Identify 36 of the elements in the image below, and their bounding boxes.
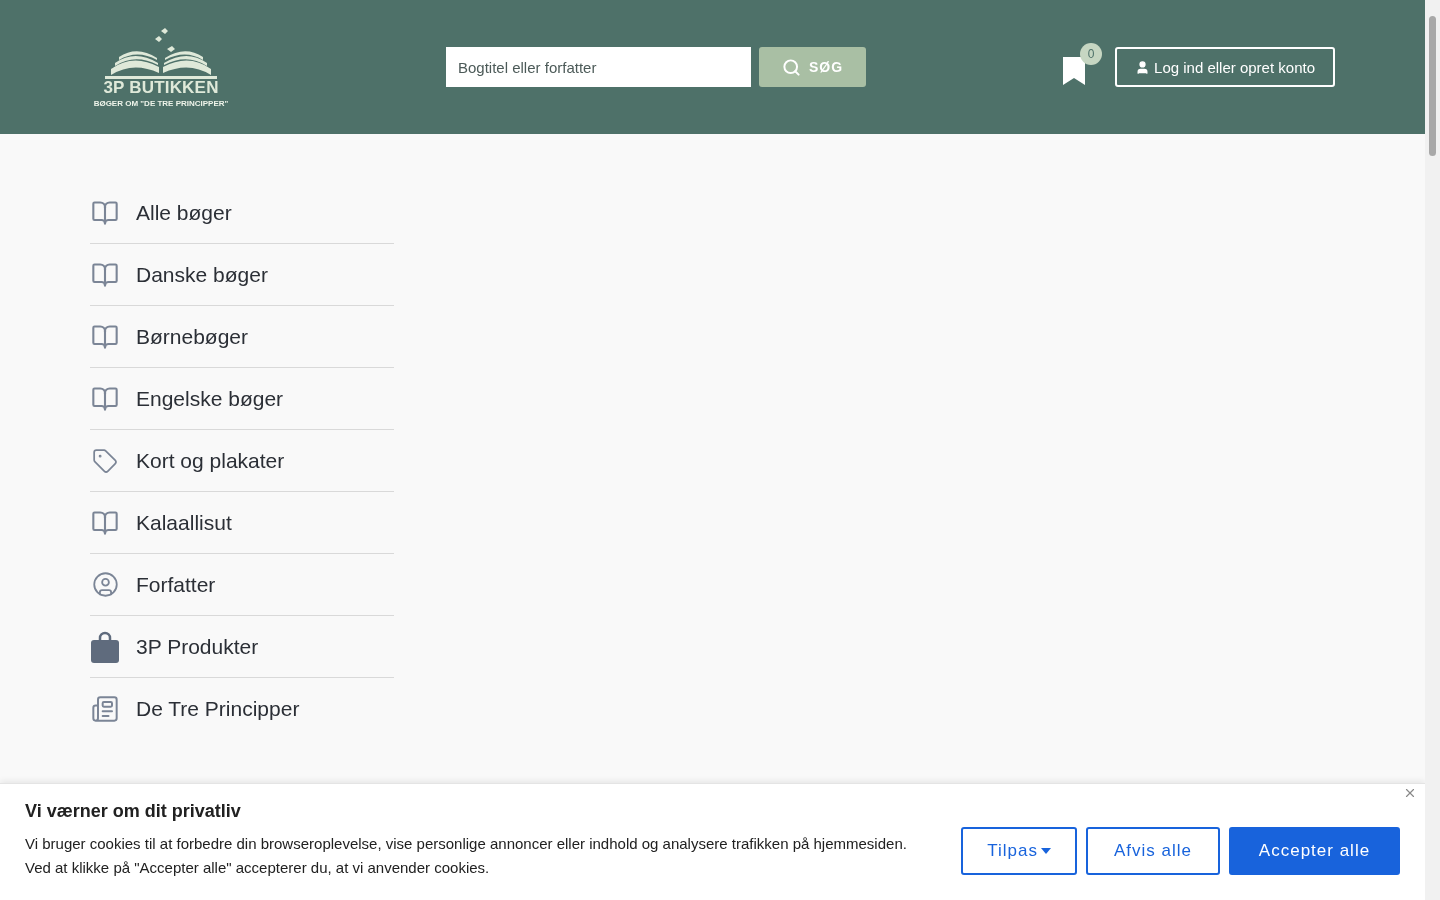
close-icon — [1403, 786, 1417, 800]
category-link[interactable]: Kort og plakater — [90, 430, 394, 492]
logo-subtitle: BØGER OM "DE TRE PRINCIPPER" — [93, 98, 229, 108]
category-link[interactable]: Børnebøger — [90, 306, 394, 368]
open-book-icon — [91, 384, 119, 413]
open-book-icon — [91, 508, 119, 537]
category-link[interactable]: Engelske bøger — [90, 368, 394, 430]
cookie-title: Vi værner om dit privatliv — [25, 800, 242, 822]
search-field[interactable]: Bogtitel eller forfatter — [446, 47, 751, 87]
scrollbar[interactable] — [1425, 0, 1440, 900]
category-link[interactable]: 3P Produkter — [90, 616, 394, 678]
user-circle-icon — [91, 571, 119, 598]
category-link[interactable]: Danske bøger — [90, 244, 394, 306]
logo-title: 3P BUTIKKEN — [103, 78, 219, 97]
open-book-icon — [91, 198, 119, 227]
accept-all-button[interactable]: Accepter alle — [1229, 827, 1400, 875]
user-icon — [1135, 59, 1151, 75]
open-book-icon — [91, 322, 119, 351]
newspaper-icon — [91, 694, 119, 723]
category-link[interactable]: De Tre Principper — [90, 678, 394, 739]
category-link[interactable]: Forfatter — [90, 554, 394, 616]
search-icon — [781, 57, 801, 77]
scrollbar-thumb[interactable] — [1429, 16, 1436, 156]
category-link[interactable]: Alle bøger — [90, 182, 394, 244]
tag-icon — [92, 447, 118, 474]
reject-all-button[interactable]: Afvis alle — [1086, 827, 1220, 875]
category-link[interactable]: Kalaallisut — [90, 492, 394, 554]
login-button[interactable]: Log ind eller opret konto — [1115, 47, 1335, 87]
caret-icon — [1041, 848, 1051, 854]
bookmark-count-badge: 0 — [1080, 43, 1103, 65]
open-book-icon — [91, 260, 119, 289]
cookie-text: Vi bruger cookies til at forbedre din browseroplevelse, vise personlige annoncer eller indhold og analysere trafikken på hjemmesiden. Ved at klikke på "Accepter alle" accepterer du, at vi anvender cookies. — [25, 833, 907, 878]
shopping-bag-icon — [91, 630, 119, 663]
close-button[interactable] — [1403, 786, 1417, 800]
bookmark-icon[interactable] — [1063, 57, 1086, 85]
customize-dropdown-button[interactable]: Tilpas — [961, 827, 1077, 875]
